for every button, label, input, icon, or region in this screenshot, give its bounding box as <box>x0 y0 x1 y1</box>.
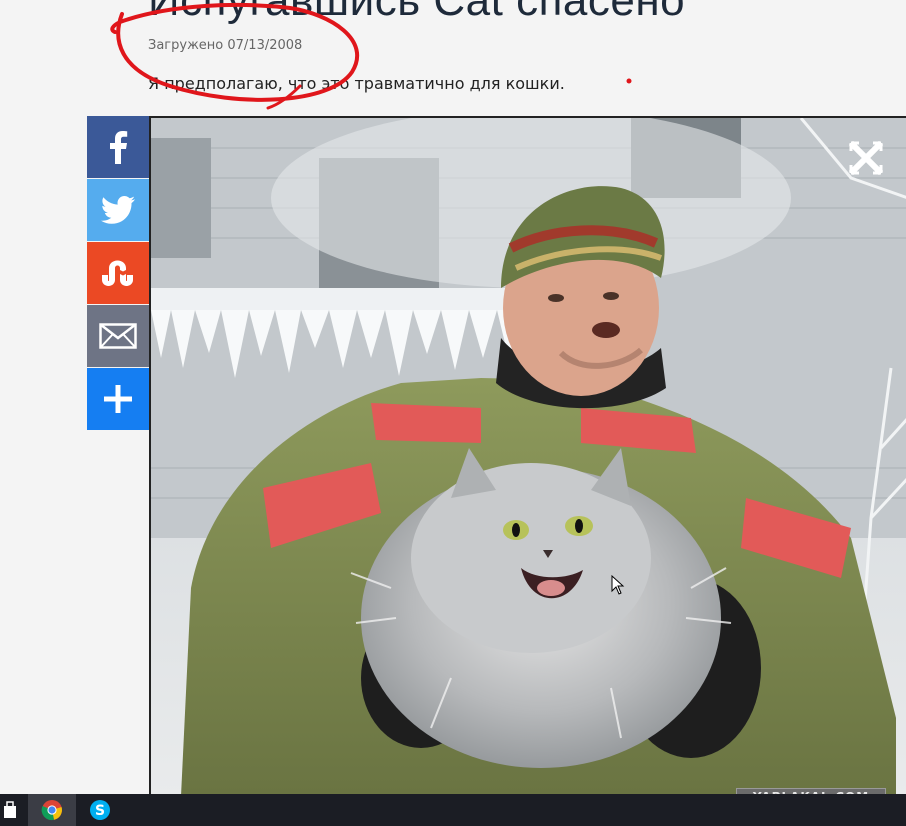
close-image-button[interactable] <box>848 140 884 176</box>
chrome-icon <box>41 800 62 821</box>
page-title: Испугавшись Cat спасено <box>148 0 686 25</box>
taskbar-store[interactable] <box>0 794 22 826</box>
envelope-icon <box>99 323 137 349</box>
store-icon <box>4 801 16 818</box>
article-lead: Я предполагаю, что это травматично для к… <box>148 74 565 93</box>
skype-icon: S <box>90 800 110 820</box>
taskbar-chrome[interactable] <box>28 794 76 826</box>
share-bar <box>87 116 149 431</box>
taskbar-skype[interactable]: S <box>76 794 124 826</box>
svg-text:S: S <box>95 803 105 819</box>
plus-icon <box>104 385 132 413</box>
stumbleupon-share-button[interactable] <box>87 242 149 304</box>
twitter-icon <box>101 196 135 224</box>
twitter-share-button[interactable] <box>87 179 149 241</box>
article-photo <box>149 116 906 794</box>
upload-date: Загружено 07/13/2008 <box>148 38 303 53</box>
close-icon <box>848 140 884 176</box>
facebook-icon <box>110 131 128 164</box>
more-share-button[interactable] <box>87 368 149 430</box>
firefighter-cat-image <box>151 118 906 794</box>
email-share-button[interactable] <box>87 305 149 367</box>
windows-taskbar: S <box>0 794 906 826</box>
facebook-share-button[interactable] <box>87 116 149 178</box>
stumbleupon-icon <box>102 260 133 286</box>
mouse-cursor-icon <box>611 575 625 595</box>
